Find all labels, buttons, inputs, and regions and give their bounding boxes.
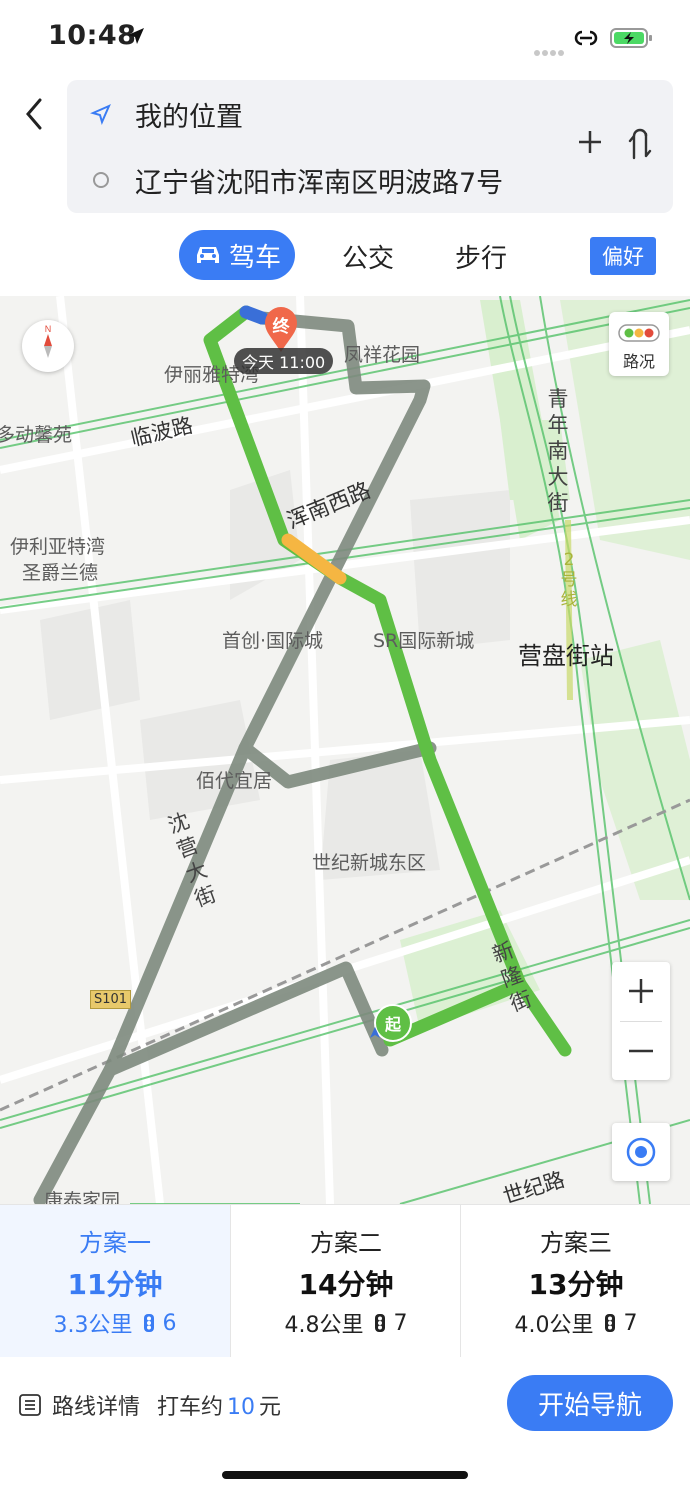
plus-icon — [629, 979, 653, 1003]
preference-button[interactable]: 偏好 — [590, 237, 656, 275]
plan-distance: 4.0公里 — [514, 1313, 594, 1338]
traffic-toggle-button[interactable]: 路况 — [609, 312, 669, 376]
plan-option-1[interactable]: 方案一 11分钟 3.3公里 6 — [0, 1205, 230, 1357]
destination-field[interactable]: 辽宁省沈阳市浑南区明波路7号 — [67, 150, 503, 210]
plan-distance: 4.8公里 — [284, 1313, 364, 1338]
clock: 10:48 — [48, 20, 137, 51]
back-chevron-icon[interactable] — [20, 96, 50, 132]
poi-shouchuang: 首创·国际城 — [222, 630, 324, 652]
road-qingnian: 青年南大街 — [547, 387, 569, 515]
poi-kangtai: 康泰家园 — [44, 1190, 121, 1204]
map-canvas — [0, 296, 690, 1204]
compass-button[interactable]: N — [22, 320, 74, 372]
svg-text:N: N — [45, 324, 52, 334]
locate-me-button[interactable] — [612, 1123, 670, 1181]
plan-option-2[interactable]: 方案二 14分钟 4.8公里 7 — [231, 1205, 461, 1357]
plan-lights: 7 — [623, 1310, 638, 1336]
route-detail-label: 路线详情 — [52, 1395, 141, 1420]
signal-dots-icon — [534, 41, 566, 60]
plan-duration: 14分钟 — [298, 1268, 394, 1301]
poi-dongxin: 多动馨苑 — [0, 424, 73, 446]
traffic-light-count-icon — [374, 1314, 385, 1332]
plan-name: 方案一 — [79, 1229, 151, 1257]
current-position-icon — [370, 1027, 380, 1038]
personal-hotspot-icon — [574, 30, 598, 46]
home-indicator — [222, 1471, 468, 1479]
map-view[interactable]: 凤祥花园 伊丽雅特湾 多动馨苑 临波路 浑南西路 伊利亚特湾 圣爵兰德 首创·国… — [0, 296, 690, 1204]
destination-text: 辽宁省沈阳市浑南区明波路7号 — [135, 167, 504, 199]
origin-field[interactable]: 我的位置 — [67, 84, 243, 144]
start-navigation-button[interactable]: 开始导航 — [507, 1375, 673, 1431]
tab-drive[interactable]: 驾车 — [179, 230, 295, 280]
route-plans: 方案一 11分钟 3.3公里 6 方案二 14分钟 4.8公里 7 方案三 13… — [0, 1204, 690, 1358]
poi-yilia2-line1: 伊利亚特湾 — [10, 536, 106, 558]
locate-target-icon — [626, 1137, 656, 1167]
navigation-arrow-icon — [90, 104, 111, 125]
tab-drive-label: 驾车 — [228, 242, 281, 273]
car-icon — [196, 247, 219, 263]
plan-name: 方案三 — [540, 1229, 612, 1257]
battery-charging-icon — [610, 28, 652, 48]
plan-distance: 3.3公里 — [53, 1313, 133, 1338]
highway-s101-badge: S101 — [90, 990, 132, 1009]
zoom-in-button[interactable] — [612, 962, 670, 1020]
poi-shiji-east: 世纪新城东区 — [312, 852, 427, 874]
plan-duration: 13分钟 — [528, 1268, 624, 1301]
poi-fengxiang: 凤祥花园 — [344, 344, 421, 366]
traffic-light-count-icon — [604, 1314, 615, 1332]
zoom-out-button[interactable] — [612, 1022, 670, 1080]
arrival-time-tag: 今天 11:00 — [234, 348, 334, 374]
plan-lights: 6 — [162, 1310, 177, 1336]
bottom-action-bar: 路线详情 打车约 10 元 开始导航 — [0, 1357, 690, 1493]
status-bar: 10:48 — [0, 0, 690, 76]
poi-yilia2-line2: 圣爵兰德 — [22, 562, 99, 584]
add-waypoint-plus-icon[interactable] — [576, 128, 604, 156]
taxi-unit: 元 — [259, 1395, 282, 1420]
route-detail-button[interactable]: 路线详情 — [18, 1389, 140, 1421]
poi-sr: SR国际新城 — [373, 630, 475, 652]
zoom-control — [612, 962, 670, 1080]
plan-meta: 4.8公里 7 — [231, 1307, 461, 1339]
minus-icon — [629, 1049, 653, 1053]
traffic-light-icon — [618, 324, 660, 342]
plan-meta: 3.3公里 6 — [0, 1307, 230, 1339]
traffic-label: 路况 — [622, 352, 655, 371]
swap-route-icon[interactable] — [626, 128, 654, 164]
location-arrow-icon — [128, 28, 144, 44]
transport-mode-tabs: 驾车 公交 步行 偏好 — [0, 228, 690, 286]
station-yingpan: 营盘街站 — [518, 642, 614, 670]
taxi-estimate: 打车约 10 元 — [157, 1389, 281, 1421]
plan-option-3[interactable]: 方案三 13分钟 4.0公里 7 — [461, 1205, 690, 1357]
taxi-prefix: 打车约 — [157, 1395, 224, 1420]
end-marker-label: 终 — [272, 317, 290, 337]
poi-baidai: 佰代宜居 — [196, 770, 273, 792]
destination-circle-icon — [93, 172, 109, 188]
traffic-light-count-icon — [143, 1314, 154, 1332]
origin-text: 我的位置 — [135, 101, 243, 133]
plan-duration: 11分钟 — [67, 1268, 163, 1301]
plan-name: 方案二 — [310, 1229, 382, 1257]
compass-icon: N — [44, 324, 52, 358]
tab-bus[interactable]: 公交 — [342, 238, 394, 275]
plan-meta: 4.0公里 7 — [461, 1307, 690, 1339]
list-icon — [19, 1394, 41, 1416]
metro-line2: 2号线 — [560, 550, 578, 610]
tab-walk[interactable]: 步行 — [455, 238, 507, 275]
taxi-fare: 10 — [227, 1395, 256, 1420]
plan-lights: 7 — [393, 1310, 408, 1336]
